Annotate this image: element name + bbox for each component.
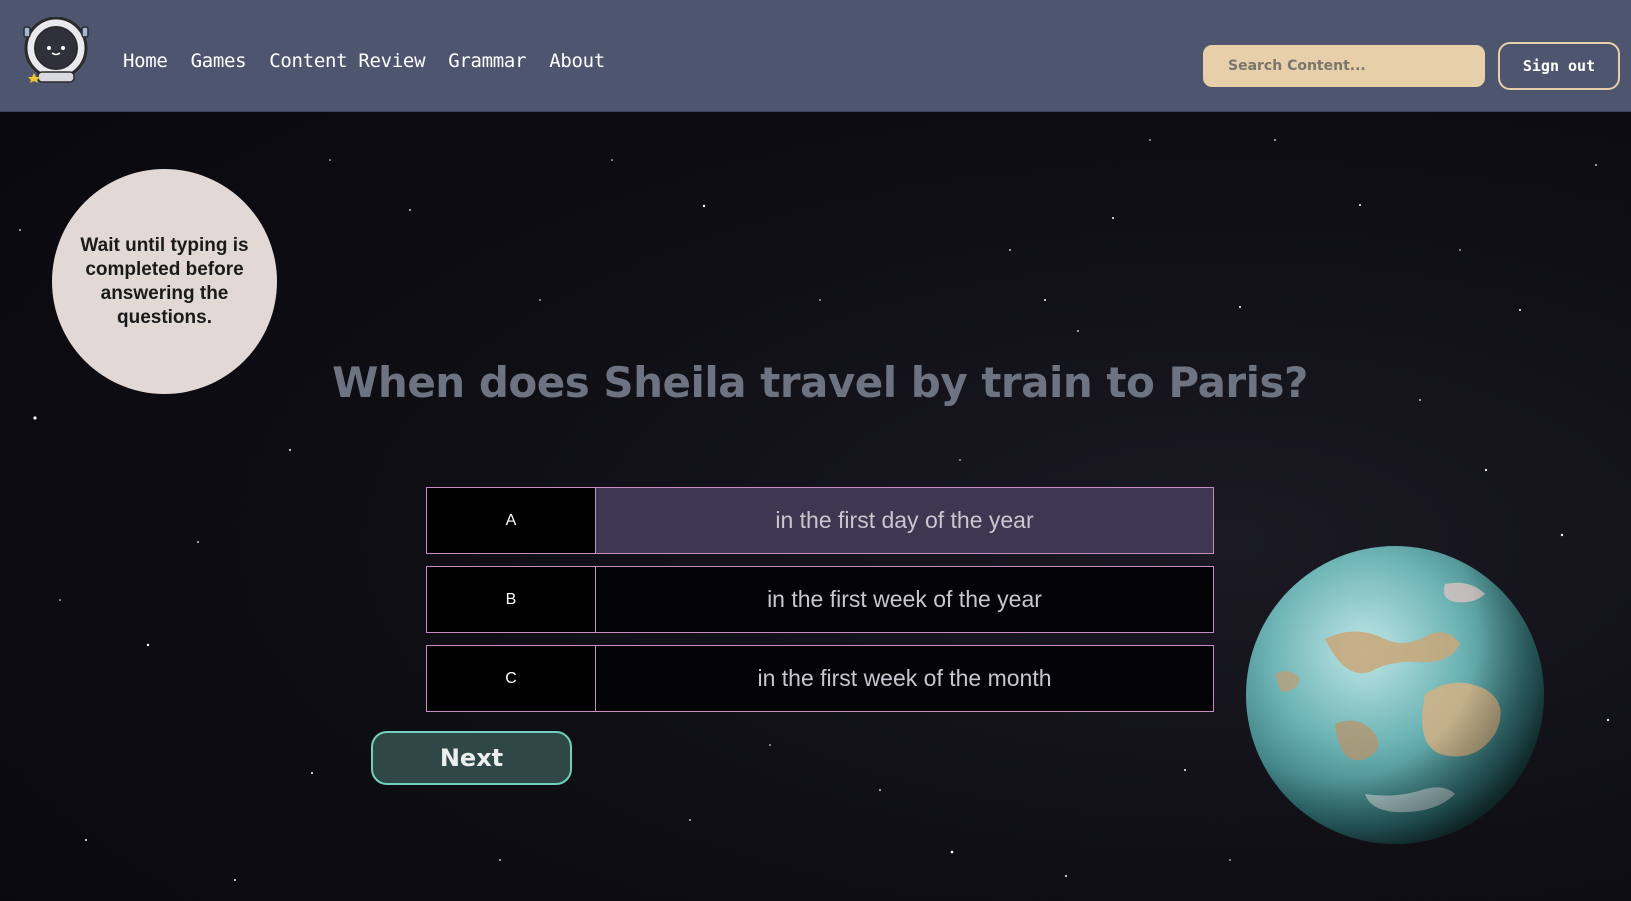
answer-option-b[interactable]: B in the first week of the year: [426, 566, 1214, 633]
answer-text: in the first week of the year: [596, 567, 1213, 632]
answer-text: in the first day of the year: [596, 488, 1213, 553]
next-button[interactable]: Next: [371, 731, 572, 785]
nav-link-content-review[interactable]: Content Review: [269, 50, 425, 72]
question-title: When does Sheila travel by train to Pari…: [332, 358, 1308, 407]
answer-list: A in the first day of the year B in the …: [426, 487, 1214, 724]
nav-link-grammar[interactable]: Grammar: [448, 50, 526, 72]
sign-out-button[interactable]: Sign out: [1498, 42, 1620, 90]
answer-letter: B: [427, 567, 596, 632]
top-navbar: Home Games Content Review Grammar About …: [0, 0, 1631, 112]
answer-text: in the first week of the month: [596, 646, 1213, 711]
astronaut-logo-icon[interactable]: [22, 17, 90, 83]
answer-letter: A: [427, 488, 596, 553]
answer-letter: C: [427, 646, 596, 711]
nav-link-games[interactable]: Games: [191, 50, 247, 72]
search-input[interactable]: [1203, 45, 1485, 87]
tip-text: Wait until typing is completed before an…: [80, 234, 249, 328]
nav-links: Home Games Content Review Grammar About: [123, 50, 628, 72]
planet-image: [1246, 546, 1544, 844]
nav-link-about[interactable]: About: [549, 50, 605, 72]
answer-option-c[interactable]: C in the first week of the month: [426, 645, 1214, 712]
answer-option-a[interactable]: A in the first day of the year: [426, 487, 1214, 554]
nav-link-home[interactable]: Home: [123, 50, 168, 72]
